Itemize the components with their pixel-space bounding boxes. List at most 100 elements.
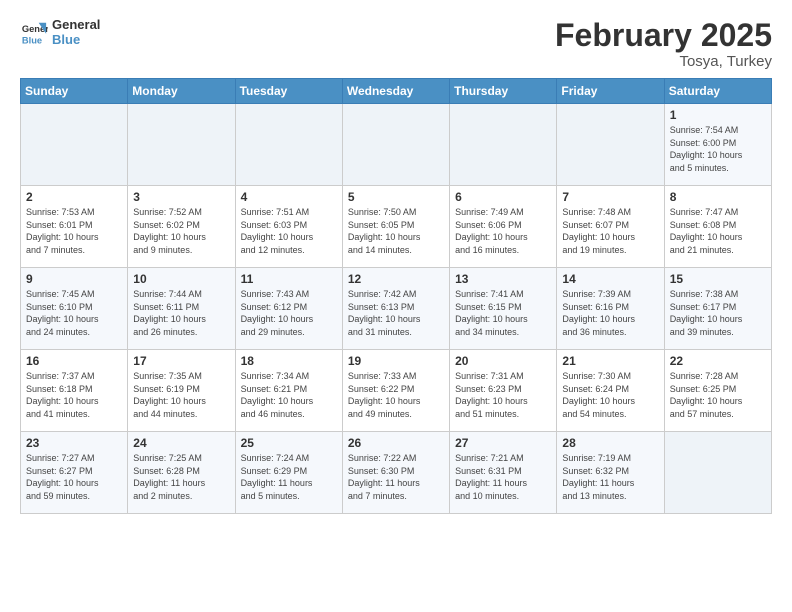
- day-cell: 9 Sunrise: 7:45 AM Sunset: 6:10 PM Daylig…: [21, 268, 128, 350]
- day-number: 9: [26, 272, 122, 286]
- day-cell: [235, 104, 342, 186]
- week-row-2: 2 Sunrise: 7:53 AM Sunset: 6:01 PM Daylig…: [21, 186, 772, 268]
- header-cell-thursday: Thursday: [450, 79, 557, 104]
- day-cell: [21, 104, 128, 186]
- calendar-body: 1 Sunrise: 7:54 AM Sunset: 6:00 PM Daylig…: [21, 104, 772, 514]
- day-number: 11: [241, 272, 337, 286]
- day-cell: 4 Sunrise: 7:51 AM Sunset: 6:03 PM Daylig…: [235, 186, 342, 268]
- calendar-table: SundayMondayTuesdayWednesdayThursdayFrid…: [20, 78, 772, 514]
- day-number: 3: [133, 190, 229, 204]
- day-number: 12: [348, 272, 444, 286]
- day-info: Sunrise: 7:21 AM Sunset: 6:31 PM Dayligh…: [455, 452, 551, 502]
- day-info: Sunrise: 7:33 AM Sunset: 6:22 PM Dayligh…: [348, 370, 444, 420]
- day-number: 15: [670, 272, 766, 286]
- day-number: 2: [26, 190, 122, 204]
- day-cell: [450, 104, 557, 186]
- week-row-5: 23 Sunrise: 7:27 AM Sunset: 6:27 PM Dayli…: [21, 432, 772, 514]
- logo-icon: General Blue: [20, 19, 48, 47]
- day-cell: 21Sunrise: 7:30 AM Sunset: 6:24 PM Dayli…: [557, 350, 664, 432]
- day-cell: 8 Sunrise: 7:47 AM Sunset: 6:08 PM Daylig…: [664, 186, 771, 268]
- day-number: 17: [133, 354, 229, 368]
- day-info: Sunrise: 7:53 AM Sunset: 6:01 PM Dayligh…: [26, 206, 122, 256]
- day-cell: 24 Sunrise: 7:25 AM Sunset: 6:28 PM Dayli…: [128, 432, 235, 514]
- day-number: 28: [562, 436, 658, 450]
- day-info: Sunrise: 7:38 AM Sunset: 6:17 PM Dayligh…: [670, 288, 766, 338]
- day-number: 8: [670, 190, 766, 204]
- day-info: Sunrise: 7:24 AM Sunset: 6:29 PM Dayligh…: [241, 452, 337, 502]
- day-info: Sunrise: 7:34 AM Sunset: 6:21 PM Dayligh…: [241, 370, 337, 420]
- header-cell-monday: Monday: [128, 79, 235, 104]
- header: General Blue General Blue February 2025 …: [20, 18, 772, 70]
- day-cell: 16 Sunrise: 7:37 AM Sunset: 6:18 PM Dayli…: [21, 350, 128, 432]
- day-cell: [664, 432, 771, 514]
- logo-line1: General: [52, 18, 100, 33]
- day-number: 23: [26, 436, 122, 450]
- title-block: February 2025 Tosya, Turkey: [555, 18, 772, 70]
- day-cell: 27 Sunrise: 7:21 AM Sunset: 6:31 PM Dayli…: [450, 432, 557, 514]
- day-info: Sunrise: 7:51 AM Sunset: 6:03 PM Dayligh…: [241, 206, 337, 256]
- day-info: Sunrise: 7:41 AM Sunset: 6:15 PM Dayligh…: [455, 288, 551, 338]
- day-info: Sunrise: 7:31 AM Sunset: 6:23 PM Dayligh…: [455, 370, 551, 420]
- day-info: Sunrise: 7:52 AM Sunset: 6:02 PM Dayligh…: [133, 206, 229, 256]
- week-row-1: 1 Sunrise: 7:54 AM Sunset: 6:00 PM Daylig…: [21, 104, 772, 186]
- day-number: 4: [241, 190, 337, 204]
- day-cell: 6 Sunrise: 7:49 AM Sunset: 6:06 PM Daylig…: [450, 186, 557, 268]
- day-cell: 14Sunrise: 7:39 AM Sunset: 6:16 PM Dayli…: [557, 268, 664, 350]
- day-cell: 15 Sunrise: 7:38 AM Sunset: 6:17 PM Dayli…: [664, 268, 771, 350]
- day-number: 5: [348, 190, 444, 204]
- day-info: Sunrise: 7:50 AM Sunset: 6:05 PM Dayligh…: [348, 206, 444, 256]
- day-info: Sunrise: 7:43 AM Sunset: 6:12 PM Dayligh…: [241, 288, 337, 338]
- day-cell: 22Sunrise: 7:28 AM Sunset: 6:25 PM Dayli…: [664, 350, 771, 432]
- header-cell-friday: Friday: [557, 79, 664, 104]
- day-number: 24: [133, 436, 229, 450]
- day-number: 16: [26, 354, 122, 368]
- day-cell: 26 Sunrise: 7:22 AM Sunset: 6:30 PM Dayli…: [342, 432, 449, 514]
- day-cell: 19 Sunrise: 7:33 AM Sunset: 6:22 PM Dayli…: [342, 350, 449, 432]
- logo-line2: Blue: [52, 33, 100, 48]
- day-info: Sunrise: 7:47 AM Sunset: 6:08 PM Dayligh…: [670, 206, 766, 256]
- day-number: 1: [670, 108, 766, 122]
- day-cell: 2 Sunrise: 7:53 AM Sunset: 6:01 PM Daylig…: [21, 186, 128, 268]
- day-cell: 3 Sunrise: 7:52 AM Sunset: 6:02 PM Daylig…: [128, 186, 235, 268]
- day-number: 18: [241, 354, 337, 368]
- day-info: Sunrise: 7:35 AM Sunset: 6:19 PM Dayligh…: [133, 370, 229, 420]
- day-number: 19: [348, 354, 444, 368]
- day-info: Sunrise: 7:37 AM Sunset: 6:18 PM Dayligh…: [26, 370, 122, 420]
- day-info: Sunrise: 7:25 AM Sunset: 6:28 PM Dayligh…: [133, 452, 229, 502]
- day-info: Sunrise: 7:49 AM Sunset: 6:06 PM Dayligh…: [455, 206, 551, 256]
- page: General Blue General Blue February 2025 …: [0, 0, 792, 524]
- day-cell: 12Sunrise: 7:42 AM Sunset: 6:13 PM Dayli…: [342, 268, 449, 350]
- day-number: 10: [133, 272, 229, 286]
- day-number: 22: [670, 354, 766, 368]
- day-cell: 20 Sunrise: 7:31 AM Sunset: 6:23 PM Dayli…: [450, 350, 557, 432]
- day-cell: 17 Sunrise: 7:35 AM Sunset: 6:19 PM Dayli…: [128, 350, 235, 432]
- day-number: 21: [562, 354, 658, 368]
- day-cell: 5 Sunrise: 7:50 AM Sunset: 6:05 PM Daylig…: [342, 186, 449, 268]
- day-cell: 10 Sunrise: 7:44 AM Sunset: 6:11 PM Dayli…: [128, 268, 235, 350]
- svg-text:Blue: Blue: [22, 35, 42, 45]
- header-cell-wednesday: Wednesday: [342, 79, 449, 104]
- day-cell: 1 Sunrise: 7:54 AM Sunset: 6:00 PM Daylig…: [664, 104, 771, 186]
- day-cell: 18 Sunrise: 7:34 AM Sunset: 6:21 PM Dayli…: [235, 350, 342, 432]
- day-number: 14: [562, 272, 658, 286]
- day-info: Sunrise: 7:27 AM Sunset: 6:27 PM Dayligh…: [26, 452, 122, 502]
- day-cell: 11 Sunrise: 7:43 AM Sunset: 6:12 PM Dayli…: [235, 268, 342, 350]
- day-cell: [342, 104, 449, 186]
- calendar-subtitle: Tosya, Turkey: [555, 53, 772, 70]
- day-info: Sunrise: 7:44 AM Sunset: 6:11 PM Dayligh…: [133, 288, 229, 338]
- day-number: 26: [348, 436, 444, 450]
- header-cell-tuesday: Tuesday: [235, 79, 342, 104]
- day-number: 6: [455, 190, 551, 204]
- week-row-3: 9 Sunrise: 7:45 AM Sunset: 6:10 PM Daylig…: [21, 268, 772, 350]
- day-info: Sunrise: 7:19 AM Sunset: 6:32 PM Dayligh…: [562, 452, 658, 502]
- day-number: 27: [455, 436, 551, 450]
- day-info: Sunrise: 7:54 AM Sunset: 6:00 PM Dayligh…: [670, 124, 766, 174]
- calendar-header: SundayMondayTuesdayWednesdayThursdayFrid…: [21, 79, 772, 104]
- day-info: Sunrise: 7:45 AM Sunset: 6:10 PM Dayligh…: [26, 288, 122, 338]
- day-number: 20: [455, 354, 551, 368]
- week-row-4: 16 Sunrise: 7:37 AM Sunset: 6:18 PM Dayli…: [21, 350, 772, 432]
- day-info: Sunrise: 7:48 AM Sunset: 6:07 PM Dayligh…: [562, 206, 658, 256]
- day-number: 7: [562, 190, 658, 204]
- day-info: Sunrise: 7:22 AM Sunset: 6:30 PM Dayligh…: [348, 452, 444, 502]
- day-number: 13: [455, 272, 551, 286]
